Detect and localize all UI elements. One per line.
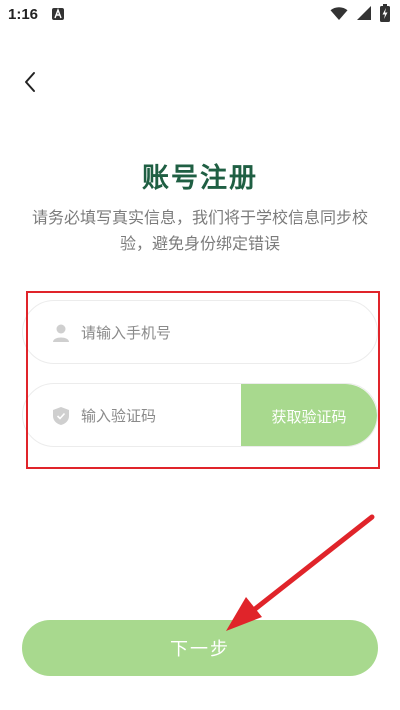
annotation-highlight-box [26, 291, 380, 469]
wifi-icon [330, 6, 348, 25]
page-title: 账号注册 [142, 163, 258, 194]
status-icons [330, 4, 390, 26]
status-bar: 1:16 [0, 0, 400, 30]
back-button[interactable] [16, 70, 44, 98]
battery-charging-icon [380, 4, 390, 26]
status-time: 1:16 [8, 6, 39, 23]
page-subtitle: 请务必填写真实信息，我们将于学校信息同步校验，避免身份绑定错误 [31, 208, 368, 253]
chevron-left-icon [23, 71, 37, 97]
next-step-button[interactable]: 下一步 [22, 620, 378, 676]
cellular-signal-icon [356, 5, 372, 25]
a-notification-icon [52, 8, 64, 20]
